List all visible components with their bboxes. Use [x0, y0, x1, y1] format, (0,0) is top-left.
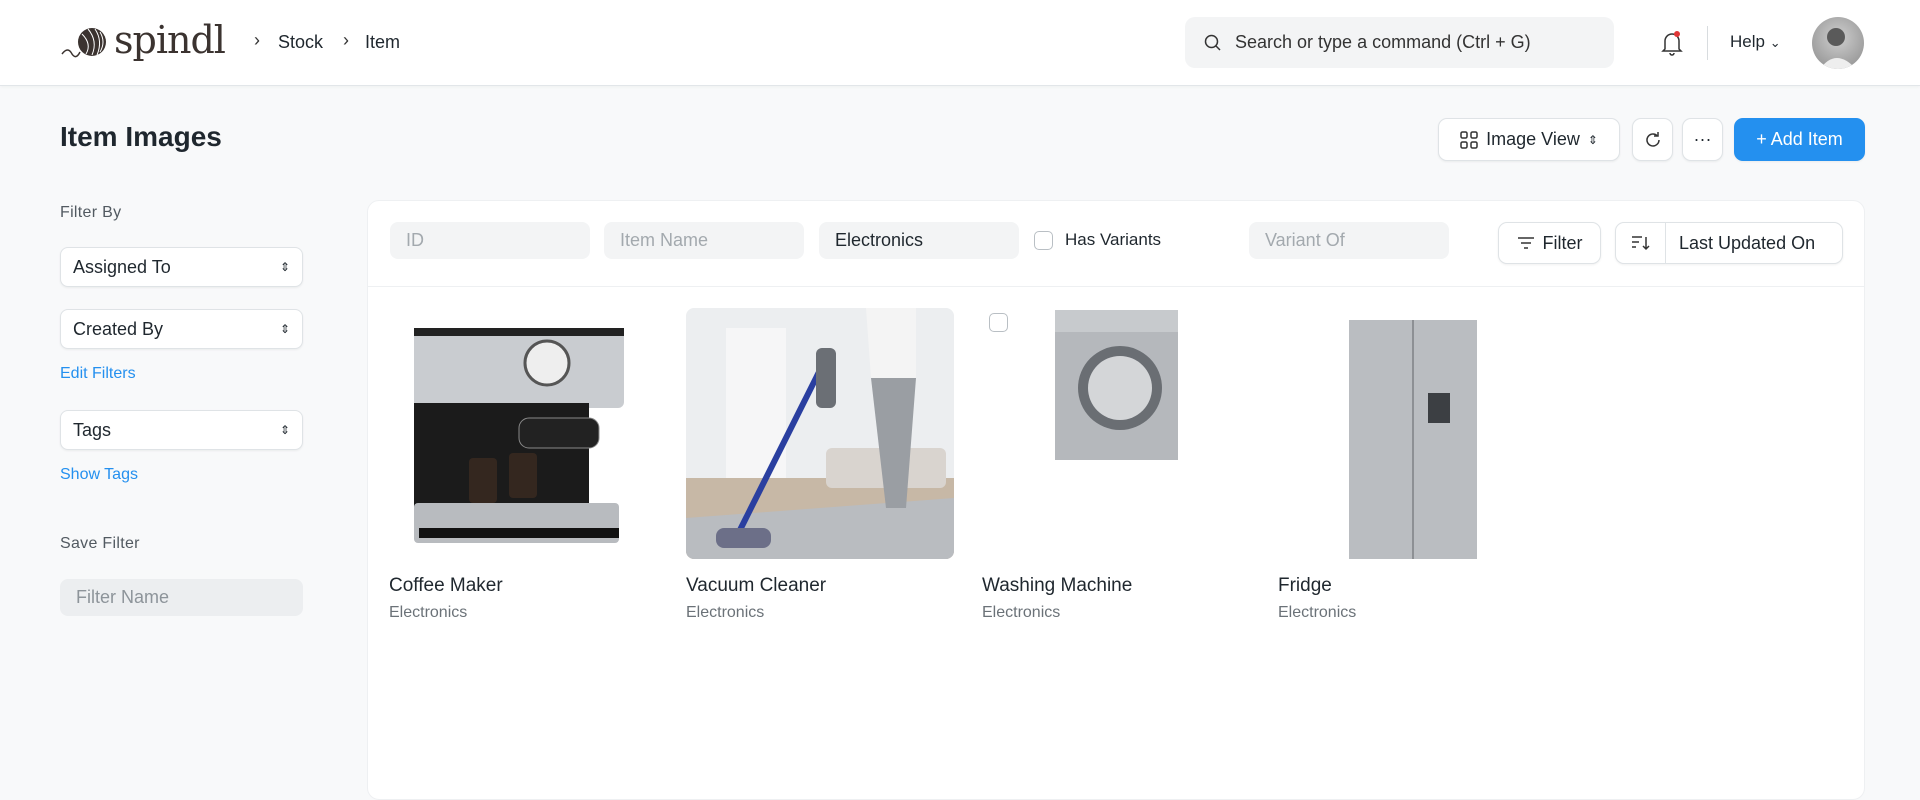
sort-direction-button[interactable]	[1616, 223, 1666, 263]
add-item-button[interactable]: + Add Item	[1734, 118, 1865, 161]
has-variants-checkbox[interactable]: Has Variants	[1034, 230, 1161, 250]
assigned-to-select[interactable]: Assigned To ⇕	[60, 247, 303, 287]
chevron-down-icon: ⌄	[1769, 35, 1781, 50]
refresh-button[interactable]	[1632, 118, 1673, 161]
created-by-select[interactable]: Created By ⇕	[60, 309, 303, 349]
top-navbar: spindl › Stock › Item Search or type a c…	[0, 0, 1920, 86]
updown-icon: ⇕	[279, 260, 290, 274]
bell-icon	[1661, 31, 1683, 56]
item-group: Electronics	[1278, 604, 1357, 621]
search-bar[interactable]: Search or type a command (Ctrl + G)	[1185, 17, 1614, 68]
sort-field-button[interactable]: Last Updated On	[1666, 233, 1815, 254]
vacuum-cleaner-image	[686, 308, 954, 559]
item-group: Electronics	[389, 604, 468, 621]
updown-icon: ⇕	[279, 423, 290, 437]
app-logo[interactable]: spindl	[60, 18, 226, 62]
filter-button[interactable]: Filter	[1498, 222, 1601, 264]
user-photo	[1820, 28, 1856, 69]
chevron-right-icon: ›	[254, 30, 260, 50]
filter-icon	[1517, 237, 1534, 249]
item-group-filter-input[interactable]: Electronics	[819, 222, 1019, 259]
item-name[interactable]: Coffee Maker	[389, 575, 503, 597]
divider	[1707, 26, 1708, 60]
view-switcher-button[interactable]: Image View ⇕	[1438, 118, 1620, 161]
divider	[367, 286, 1865, 287]
item-name-filter-input[interactable]: Item Name	[604, 222, 804, 259]
chevron-right-icon: ›	[343, 30, 349, 50]
item-image-fridge[interactable]	[1278, 308, 1546, 559]
item-group: Electronics	[982, 604, 1061, 621]
more-options-button[interactable]: ···	[1682, 118, 1723, 161]
refresh-icon	[1645, 131, 1660, 147]
item-name[interactable]: Fridge	[1278, 575, 1332, 597]
page-title: Item Images	[60, 121, 222, 152]
item-image-coffee-maker[interactable]	[389, 308, 657, 559]
coffee-maker-image	[414, 328, 624, 543]
item-name[interactable]: Vacuum Cleaner	[686, 575, 826, 597]
item-image-washing-machine[interactable]	[982, 308, 1250, 559]
filter-by-label: Filter By	[60, 204, 122, 221]
sort-descending-icon	[1631, 236, 1650, 251]
updown-icon: ⇕	[1587, 132, 1598, 147]
fridge-image	[1349, 320, 1477, 559]
item-name[interactable]: Washing Machine	[982, 575, 1132, 597]
ellipsis-icon: ···	[1693, 129, 1712, 149]
item-group: Electronics	[686, 604, 765, 621]
checkbox[interactable]	[1034, 230, 1053, 250]
updown-icon: ⇕	[279, 322, 290, 336]
save-filter-label: Save Filter	[60, 535, 140, 552]
breadcrumb-item[interactable]: Item	[365, 32, 400, 53]
washing-machine-image	[1055, 310, 1178, 460]
search-icon	[1204, 34, 1221, 51]
grid-icon	[1460, 130, 1478, 149]
edit-filters-link[interactable]: Edit Filters	[60, 365, 136, 383]
breadcrumb-stock[interactable]: Stock	[278, 32, 323, 53]
notifications-button[interactable]	[1660, 29, 1684, 62]
filter-name-input[interactable]: Filter Name	[60, 579, 303, 616]
avatar[interactable]	[1812, 17, 1864, 69]
variant-of-filter-input[interactable]: Variant Of	[1249, 222, 1449, 259]
id-filter-input[interactable]: ID	[390, 222, 590, 259]
help-dropdown[interactable]: Help ⌄	[1730, 32, 1781, 52]
item-image-vacuum-cleaner[interactable]	[686, 308, 954, 559]
show-tags-link[interactable]: Show Tags	[60, 466, 138, 484]
yarn-ball-icon	[61, 28, 106, 58]
sort-control[interactable]: Last Updated On	[1615, 222, 1843, 264]
tags-select[interactable]: Tags ⇕	[60, 410, 303, 450]
search-placeholder: Search or type a command (Ctrl + G)	[1235, 32, 1531, 52]
